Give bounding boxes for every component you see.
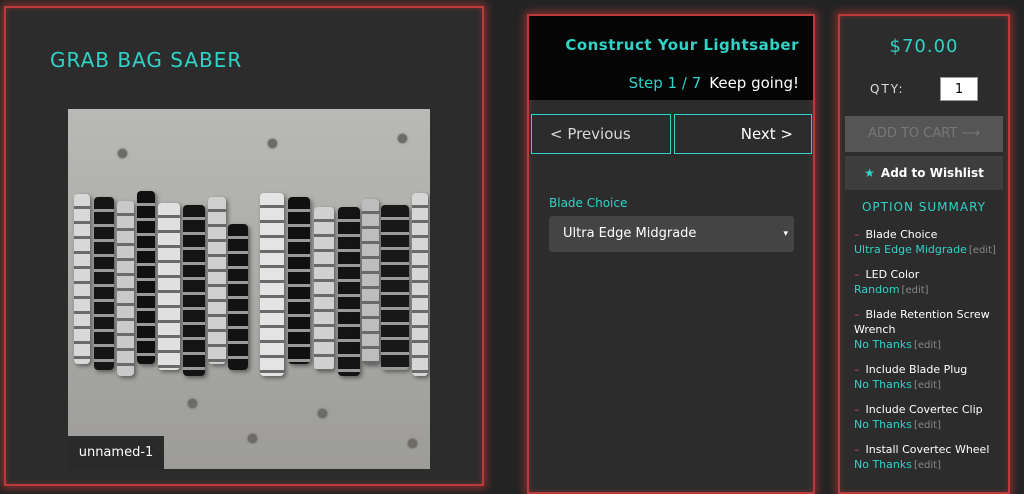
saber-hilt	[381, 205, 409, 370]
option-summary-list: – Blade Choice Ultra Edge Midgrade [edit] …	[854, 227, 1004, 482]
saber-hilt	[412, 193, 428, 376]
summary-item-value: No Thanks	[854, 338, 912, 351]
edit-link[interactable]: [edit]	[914, 340, 941, 351]
previous-button[interactable]: < Previous	[531, 114, 671, 154]
edit-link[interactable]: [edit]	[969, 245, 996, 256]
rivet-decoration	[118, 149, 127, 158]
qty-input[interactable]: 1	[940, 77, 978, 101]
chevron-down-icon: ▾	[783, 229, 788, 239]
saber-hilt	[117, 201, 134, 376]
saber-hilt	[158, 203, 180, 370]
summary-item-value: No Thanks	[854, 418, 912, 431]
saber-hilt	[338, 207, 360, 376]
summary-item-name: Blade Choice	[865, 228, 938, 241]
summary-item: – Include Blade Plug No Thanks [edit]	[854, 363, 968, 391]
star-icon: ★	[864, 166, 875, 180]
saber-hilt	[288, 197, 310, 364]
edit-link[interactable]: [edit]	[914, 380, 941, 391]
rivet-decoration	[318, 409, 327, 418]
summary-item: – Install Covertec Wheel No Thanks [edit]	[854, 443, 990, 471]
summary-item-value: Ultra Edge Midgrade	[854, 243, 967, 256]
saber-hilt	[228, 224, 248, 370]
product-panel: GRAB BAG SABER unnamed-1	[4, 6, 484, 486]
option-summary-title: OPTION SUMMARY	[861, 200, 986, 214]
rivet-decoration	[408, 439, 417, 448]
builder-header: Construct Your Lightsaber Step 1 / 7 Keep…	[529, 16, 813, 100]
summary-item-name: LED Color	[865, 268, 920, 281]
price: $70.00	[889, 36, 959, 57]
rivet-decoration	[248, 434, 257, 443]
summary-item-name: Install Covertec Wheel	[865, 443, 990, 456]
summary-item: – Blade Retention Screw Wrench No Thanks[…	[854, 308, 990, 351]
step-number: Step 1 / 7	[628, 74, 702, 92]
wishlist-label: Add to Wishlist	[880, 166, 984, 180]
builder-panel: Construct Your Lightsaber Step 1 / 7 Keep…	[527, 14, 815, 494]
rivet-decoration	[188, 399, 197, 408]
saber-hilt	[260, 193, 284, 376]
summary-item-value: No Thanks	[854, 378, 912, 391]
rivet-decoration	[398, 134, 407, 143]
saber-hilt	[362, 199, 379, 364]
blade-choice-value: Ultra Edge Midgrade	[563, 226, 697, 241]
summary-item-name: Include Covertec Clip	[865, 403, 983, 416]
summary-item-name: Include Blade Plug	[865, 363, 968, 376]
next-button[interactable]: Next >	[674, 114, 812, 154]
saber-hilt	[314, 207, 334, 370]
edit-link[interactable]: [edit]	[914, 460, 941, 471]
summary-item-value: Random	[854, 283, 900, 296]
saber-hilt	[137, 191, 155, 364]
add-to-cart-button[interactable]: ADD TO CART ⟶	[845, 116, 1003, 152]
saber-hilt	[208, 197, 226, 364]
step-indicator: Step 1 / 7 Keep going!	[629, 74, 799, 92]
summary-item: – LED Color Random [edit]	[854, 268, 929, 296]
edit-link[interactable]: [edit]	[914, 420, 941, 431]
saber-hilt	[94, 197, 114, 370]
summary-item: – Include Covertec Clip No Thanks [edit]	[854, 403, 983, 431]
image-caption: unnamed-1	[68, 436, 164, 470]
cart-panel: $70.00 QTY: 1 ADD TO CART ⟶ ★ Add to Wish…	[838, 14, 1010, 494]
add-to-wishlist-button[interactable]: ★ Add to Wishlist	[845, 156, 1003, 190]
builder-title: Construct Your Lightsaber	[565, 36, 799, 54]
summary-item: – Blade Choice Ultra Edge Midgrade [edit]	[854, 228, 996, 256]
product-image[interactable]	[68, 109, 430, 469]
product-title: GRAB BAG SABER	[50, 48, 243, 72]
rivet-decoration	[268, 139, 277, 148]
summary-item-name: Blade Retention Screw Wrench	[854, 308, 990, 336]
summary-item-value: No Thanks	[854, 458, 912, 471]
blade-choice-select[interactable]: Ultra Edge Midgrade ▾	[549, 216, 794, 252]
blade-choice-label: Blade Choice	[549, 196, 628, 210]
qty-label: QTY:	[870, 82, 905, 96]
edit-link[interactable]: [edit]	[902, 285, 929, 296]
saber-hilt	[74, 194, 90, 364]
saber-hilt	[183, 205, 205, 376]
step-encourage: Keep going!	[709, 74, 799, 92]
